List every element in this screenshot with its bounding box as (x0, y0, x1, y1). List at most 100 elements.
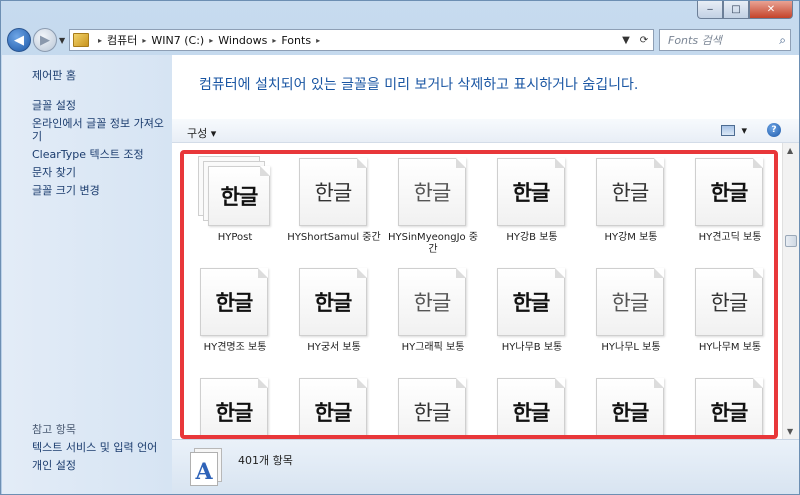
font-item[interactable]: 한글 (681, 368, 774, 435)
task-links: 글꼴 설정 온라인에서 글꼴 정보 가져오기 ClearType 텍스트 조정 … (32, 99, 167, 202)
font-preview-text: 한글 (215, 290, 254, 315)
personalization-link[interactable]: 개인 설정 (32, 459, 157, 472)
content-pane: 컴퓨터에 설치되어 있는 글꼴을 미리 보거나 삭제하고 표시하거나 숨깁니다.… (172, 55, 799, 439)
font-item[interactable]: 한글 HY견고딕 보통 (681, 154, 774, 248)
font-item[interactable]: 한글 (582, 368, 680, 435)
folder-icon (73, 33, 89, 47)
font-preview-thumbnail: 한글 (208, 166, 270, 226)
font-preview-text: 한글 (710, 181, 749, 205)
search-icon[interactable]: ⌕ (779, 33, 786, 48)
font-preview-thumbnail: 한글 (596, 158, 664, 226)
font-preview-thumbnail: 한글 (299, 158, 367, 226)
change-view-button[interactable]: ▾ (721, 124, 747, 137)
font-item[interactable]: 한글 HY견명조 보통 (186, 258, 284, 358)
font-preview-thumbnail: 한글 (398, 378, 466, 435)
font-preview-text: 한글 (413, 401, 452, 425)
font-name: HY강B 보통 (506, 232, 558, 243)
font-preview-thumbnail: 한글 (299, 268, 367, 336)
close-button[interactable]: ✕ (749, 1, 793, 19)
item-count: 401개 항목 (238, 454, 293, 467)
font-preview-thumbnail: 한글 (695, 268, 763, 336)
breadcrumb-separator-icon[interactable]: ▸ (209, 36, 213, 45)
font-preview-text: 한글 (314, 401, 353, 425)
help-button[interactable]: ? (767, 123, 781, 137)
font-preview-text: 한글 (215, 401, 254, 425)
font-item[interactable]: 한글 HY나무L 보통 (582, 258, 680, 358)
font-preview-thumbnail: 한글 (695, 158, 763, 226)
font-item[interactable]: 한글 HYShortSamul 중간 (285, 154, 383, 248)
breadcrumb: ▸ 컴퓨터 ▸ WIN7 (C:) ▸ Windows ▸ Fonts ▸ (93, 32, 325, 48)
font-item[interactable]: 한글 HY나무B 보통 (483, 258, 581, 358)
search-input[interactable]: Fonts 검색 ⌕ (659, 29, 791, 51)
font-item[interactable]: 한글 (186, 368, 284, 435)
page-description: 컴퓨터에 설치되어 있는 글꼴을 미리 보거나 삭제하고 표시하거나 숨깁니다. (199, 77, 639, 93)
address-bar[interactable]: ▸ 컴퓨터 ▸ WIN7 (C:) ▸ Windows ▸ Fonts ▸ ▼ … (69, 29, 654, 51)
font-preview-thumbnail: 한글 (398, 268, 466, 336)
font-item[interactable]: 한글 (483, 368, 581, 435)
control-panel-home-link[interactable]: 제어판 홈 (32, 69, 76, 82)
font-folder-icon: A (190, 448, 224, 486)
font-name: HY나무L 보통 (601, 342, 661, 353)
vertical-scrollbar[interactable]: ▲ ▼ (782, 143, 799, 439)
breadcrumb-computer[interactable]: 컴퓨터 (107, 32, 137, 48)
find-character-link[interactable]: 문자 찾기 (32, 166, 167, 179)
font-item[interactable]: 한글 HYPost (186, 154, 284, 248)
forward-button[interactable]: ▶ (33, 28, 57, 52)
scrollbar-thumb[interactable] (785, 235, 797, 247)
see-also-heading: 참고 항목 (32, 423, 76, 436)
cleartype-tuner-link[interactable]: ClearType 텍스트 조정 (32, 148, 167, 161)
font-name: HY나무M 보통 (698, 342, 762, 353)
minimize-button[interactable]: ‒ (697, 1, 723, 19)
font-preview-thumbnail: 한글 (200, 268, 268, 336)
breadcrumb-separator-icon[interactable]: ▸ (142, 36, 146, 45)
chevron-down-icon: ▾ (741, 124, 747, 137)
font-preview-text: 한글 (314, 181, 353, 205)
font-item[interactable]: 한글 HY강B 보통 (483, 154, 581, 248)
back-button[interactable]: ◀ (7, 28, 31, 52)
text-services-link[interactable]: 텍스트 서비스 및 입력 언어 (32, 441, 157, 454)
change-font-size-link[interactable]: 글꼴 크기 변경 (32, 184, 167, 197)
forward-arrow-icon: ▶ (40, 32, 50, 48)
search-placeholder: Fonts 검색 (668, 34, 722, 47)
breadcrumb-fonts[interactable]: Fonts (281, 34, 311, 47)
font-preview-thumbnail: 한글 (497, 378, 565, 435)
font-name: HYShortSamul 중간 (287, 232, 381, 243)
breadcrumb-separator-icon[interactable]: ▸ (316, 36, 320, 45)
breadcrumb-separator-icon[interactable]: ▸ (98, 36, 102, 45)
font-item[interactable]: 한글 (285, 368, 383, 435)
recent-pages-dropdown[interactable]: ▼ (59, 36, 65, 45)
maximize-button[interactable]: □ (723, 1, 749, 19)
scroll-up-icon[interactable]: ▲ (787, 146, 793, 155)
font-preview-text: 한글 (413, 181, 452, 205)
font-name: HY나무B 보통 (501, 342, 563, 353)
font-preview-text: 한글 (314, 290, 353, 315)
font-preview-thumbnail: 한글 (596, 378, 664, 435)
scroll-down-icon[interactable]: ▼ (787, 427, 793, 436)
font-preview-text: 한글 (413, 291, 452, 315)
font-preview-thumbnail: 한글 (497, 268, 565, 336)
font-preview-thumbnail: 한글 (200, 378, 268, 435)
get-font-info-online-link[interactable]: 온라인에서 글꼴 정보 가져오기 (32, 117, 167, 143)
font-item[interactable]: 한글 HY강M 보통 (582, 154, 680, 248)
font-preview-thumbnail: 한글 (497, 158, 565, 226)
address-tools: ▼ ⟳ (617, 35, 653, 46)
breadcrumb-drive[interactable]: WIN7 (C:) (151, 34, 204, 47)
font-name: HYPost (217, 232, 253, 243)
caption-buttons: ‒ □ ✕ (697, 1, 793, 19)
view-icon (721, 125, 736, 136)
font-item[interactable]: 한글 (384, 368, 482, 435)
breadcrumb-separator-icon[interactable]: ▸ (272, 36, 276, 45)
font-preview-text: 한글 (710, 400, 749, 425)
font-item[interactable]: 한글 HY그래픽 보통 (384, 258, 482, 358)
font-name: HY견명조 보통 (203, 342, 267, 353)
organize-button[interactable]: 구성 ▾ (187, 125, 216, 141)
font-preview-thumbnail: 한글 (596, 268, 664, 336)
title-bar: ‒ □ ✕ (1, 1, 799, 25)
font-item[interactable]: 한글 HY나무M 보통 (681, 258, 774, 358)
address-dropdown-icon[interactable]: ▼ (617, 35, 635, 46)
font-item[interactable]: 한글 HY궁서 보통 (285, 258, 383, 358)
font-settings-link[interactable]: 글꼴 설정 (32, 99, 167, 112)
font-item[interactable]: 한글 HYSinMyeongJo 중간 (384, 154, 482, 255)
breadcrumb-windows[interactable]: Windows (218, 34, 267, 47)
refresh-icon[interactable]: ⟳ (635, 35, 653, 46)
